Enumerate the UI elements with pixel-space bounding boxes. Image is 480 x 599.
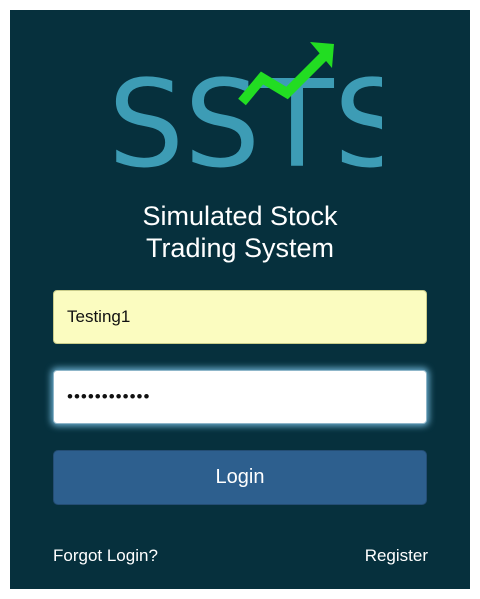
login-panel: SSTS Simulated Stock Trading System Logi… xyxy=(10,10,470,589)
forgot-login-link[interactable]: Forgot Login? xyxy=(53,546,158,566)
login-button[interactable]: Login xyxy=(53,450,427,505)
password-input[interactable] xyxy=(53,370,427,424)
tagline-line-1: Simulated Stock xyxy=(142,201,338,231)
username-input[interactable] xyxy=(53,290,427,344)
ssts-logo: SSTS xyxy=(108,42,382,188)
register-link[interactable]: Register xyxy=(365,546,428,566)
tagline-line-2: Trading System xyxy=(145,233,335,263)
ssts-logo-text: SSTS xyxy=(108,56,382,188)
